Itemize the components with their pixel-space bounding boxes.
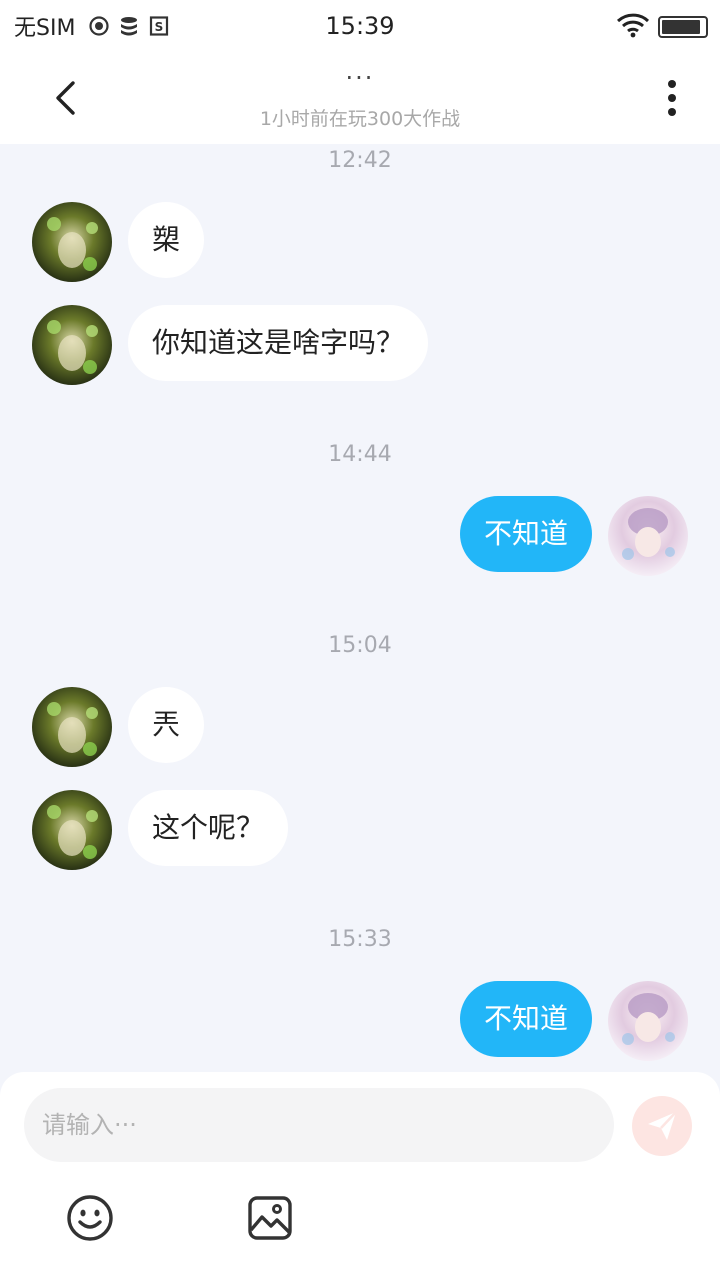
wifi-icon xyxy=(616,12,650,42)
contact-status: 1小时前在玩300大作战 xyxy=(259,108,461,130)
message-bubble[interactable]: 你知道这是啥字吗？ xyxy=(128,305,429,381)
more-options-button[interactable] xyxy=(652,74,692,122)
status-time: 15:39 xyxy=(325,12,395,40)
send-button[interactable] xyxy=(632,1096,692,1156)
emoji-icon xyxy=(67,1195,113,1241)
message-bubble[interactable]: 槊 xyxy=(128,202,205,278)
more-vertical-icon xyxy=(668,80,676,116)
battery-icon xyxy=(658,16,708,38)
image-icon xyxy=(248,1196,292,1240)
timestamp: 15:04 xyxy=(328,633,392,658)
message-bubble[interactable]: 这个呢？ xyxy=(128,790,289,866)
send-icon xyxy=(648,1111,677,1140)
status-bar: 无SIM S 15:39 xyxy=(0,0,720,52)
message-bubble[interactable]: 不知道 xyxy=(459,496,592,572)
message-bubble[interactable]: 兲 xyxy=(128,687,205,763)
contact-name: ··· xyxy=(345,64,375,92)
chat-header: ··· 1小时前在玩300大作战 xyxy=(0,52,720,144)
avatar[interactable] xyxy=(32,687,112,767)
image-button[interactable] xyxy=(246,1194,294,1242)
message-input[interactable] xyxy=(24,1088,614,1162)
message-bubble[interactable]: 不知道 xyxy=(459,981,592,1057)
message-list[interactable]: 12:42 槊 你知道这是啥字吗？ 14:44 不知道 15:04 兲 这个呢？… xyxy=(0,144,720,1072)
avatar[interactable] xyxy=(32,202,112,282)
timestamp: 14:44 xyxy=(328,442,392,467)
status-right xyxy=(616,12,708,42)
avatar[interactable] xyxy=(32,790,112,870)
my-avatar[interactable] xyxy=(608,496,688,576)
input-panel xyxy=(0,1072,720,1280)
emoji-button[interactable] xyxy=(66,1194,114,1242)
avatar[interactable] xyxy=(32,305,112,385)
timestamp: 15:33 xyxy=(328,927,392,952)
my-avatar[interactable] xyxy=(608,981,688,1061)
timestamp: 12:42 xyxy=(328,148,392,173)
